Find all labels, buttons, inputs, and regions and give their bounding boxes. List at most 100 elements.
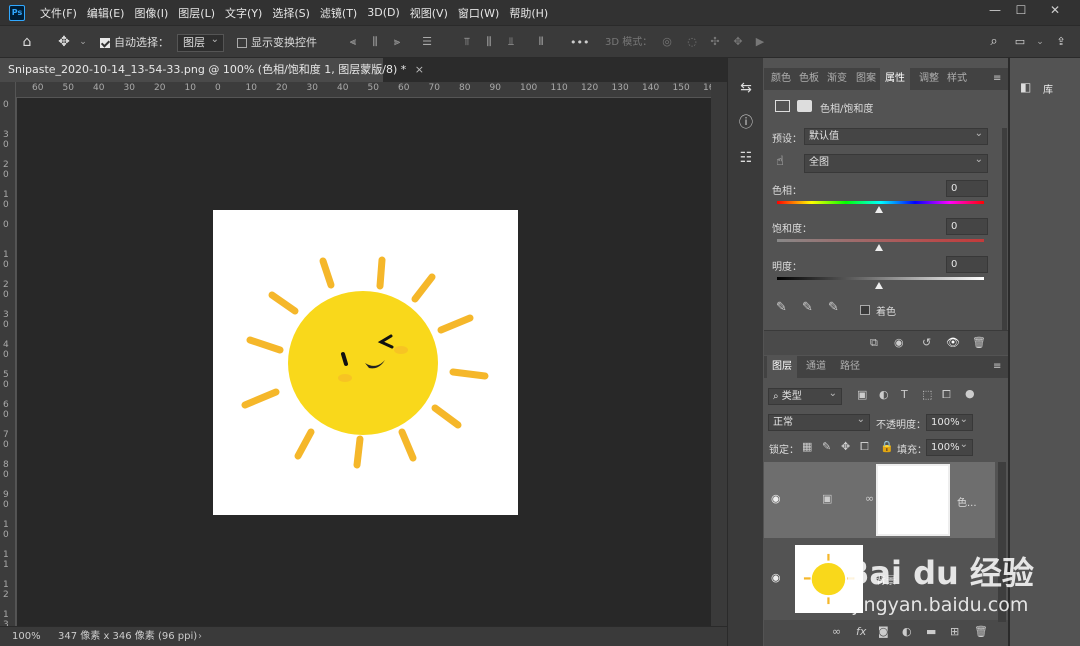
align-center-icon[interactable]: ⫼ [368, 35, 382, 49]
saturation-slider-thumb[interactable] [875, 244, 883, 251]
menu-layer[interactable]: 图层(L) [173, 5, 220, 21]
chevron-down-icon[interactable]: ⌄ [76, 35, 90, 49]
distribute-icon[interactable]: ☰ [420, 35, 434, 49]
layer-comps-icon[interactable]: ☷ [736, 148, 756, 168]
filter-adjustment-icon[interactable]: ◐ [879, 388, 889, 401]
search-icon[interactable]: ⌕ [987, 35, 1001, 49]
library-label[interactable]: 库 [1043, 81, 1053, 96]
menu-select[interactable]: 选择(S) [267, 5, 315, 21]
colorize-checkbox[interactable] [860, 305, 870, 315]
vertical-scrollbar[interactable] [711, 82, 727, 626]
photoshop-logo[interactable]: Ps [9, 4, 25, 21]
lock-transparent-icon[interactable]: ▦ [802, 440, 812, 453]
properties-scrollbar[interactable] [1002, 128, 1007, 338]
lock-all-icon[interactable]: 🔒 [880, 440, 894, 453]
tab-gradients[interactable]: 渐变 [827, 68, 847, 90]
new-group-icon[interactable]: ▬ [926, 625, 936, 638]
auto-select-target-dropdown[interactable]: 图层 [177, 32, 224, 52]
workspace-icon[interactable]: ▭ [1013, 35, 1027, 49]
fill-input[interactable]: 100% [926, 437, 973, 456]
link-layers-icon[interactable]: ∞ [832, 625, 841, 638]
tab-patterns[interactable]: 图案 [856, 68, 876, 90]
align-left-icon[interactable]: ⫷ [346, 35, 360, 49]
mask-icon[interactable] [797, 100, 812, 112]
workspace-chevron-icon[interactable]: ⌄ [1033, 35, 1047, 49]
menu-view[interactable]: 视图(V) [405, 5, 453, 21]
eyedropper-icon[interactable]: ✎ [776, 300, 787, 315]
document-canvas[interactable] [213, 210, 518, 515]
reset-icon[interactable]: ↺ [922, 336, 931, 349]
align-right-icon[interactable]: ⫸ [390, 35, 404, 49]
tab-styles[interactable]: 样式 [947, 68, 967, 90]
eyedropper-minus-icon[interactable]: ✎ [828, 300, 839, 315]
menu-image[interactable]: 图像(I) [129, 5, 173, 21]
layer-visibility-icon[interactable]: ◉ [771, 571, 781, 584]
library-icon[interactable]: ◧ [1020, 80, 1031, 94]
filter-toggle-icon[interactable]: ● [965, 387, 975, 400]
view-previous-icon[interactable]: ◉ [894, 336, 904, 349]
range-dropdown[interactable]: 全图 [804, 152, 988, 173]
show-transform-option[interactable]: 显示变换控件 [237, 26, 317, 59]
layer-name[interactable]: 色... [957, 494, 977, 509]
saturation-slider-track[interactable] [777, 239, 984, 242]
panel-menu-icon[interactable]: ≡ [993, 68, 1001, 90]
lightness-slider-thumb[interactable] [875, 282, 883, 289]
move-tool-icon[interactable]: ✥ [57, 35, 71, 49]
distribute-vertical-icon[interactable]: ⫴ [534, 35, 548, 49]
opacity-input[interactable]: 100% [926, 412, 973, 431]
saturation-input[interactable]: 0 [946, 218, 988, 235]
visibility-icon[interactable]: 👁 [946, 336, 960, 349]
zoom-level[interactable]: 100% [12, 627, 41, 646]
status-more-button[interactable]: › [198, 627, 202, 646]
menu-filter[interactable]: 滤镜(T) [315, 5, 362, 21]
info-icon[interactable]: ⓘ [736, 113, 756, 133]
document-tab[interactable]: Snipaste_2020-10-14_13-54-33.png @ 100% … [0, 58, 424, 82]
show-transform-checkbox[interactable] [237, 38, 247, 48]
history-icon[interactable]: ⇆ [736, 78, 756, 98]
tab-channels[interactable]: 通道 [806, 356, 826, 378]
align-top-icon[interactable]: ⫪ [460, 35, 474, 49]
menu-3d[interactable]: 3D(D) [362, 6, 405, 19]
new-layer-icon[interactable]: ⊞ [950, 625, 959, 638]
menu-type[interactable]: 文字(Y) [220, 5, 267, 21]
clip-to-layer-icon[interactable]: ⧉ [870, 336, 878, 350]
layer-visibility-icon[interactable]: ◉ [771, 492, 781, 505]
close-tab-icon[interactable]: × [415, 63, 424, 76]
menu-edit[interactable]: 编辑(E) [82, 5, 130, 21]
layer-mask-thumbnail[interactable] [876, 464, 950, 536]
lock-artboard-icon[interactable]: ⧠ [860, 440, 869, 454]
menu-window[interactable]: 窗口(W) [453, 5, 504, 21]
home-icon[interactable]: ⌂ [20, 35, 34, 49]
auto-select-checkbox[interactable] [100, 38, 110, 48]
adjustment-icon[interactable] [775, 100, 790, 112]
align-middle-icon[interactable]: ⫼ [482, 35, 496, 49]
menu-file[interactable]: 文件(F) [35, 5, 82, 21]
hue-slider-track[interactable] [777, 201, 984, 204]
close-window-button[interactable]: ✕ [1040, 0, 1070, 22]
delete-layer-icon[interactable]: 🗑 [974, 625, 988, 638]
blend-mode-dropdown[interactable]: 正常 [768, 412, 870, 431]
more-options-button[interactable]: ••• [570, 26, 589, 59]
layer-row-hue-saturation[interactable]: ◉ ▣ ∞ 色... [764, 462, 995, 538]
menu-help[interactable]: 帮助(H) [504, 5, 553, 21]
tab-swatches[interactable]: 色板 [799, 68, 819, 90]
lightness-input[interactable]: 0 [946, 256, 988, 273]
new-adjustment-icon[interactable]: ◐ [902, 625, 912, 638]
filter-smart-object-icon[interactable]: ⧠ [942, 388, 951, 402]
filter-type-icon[interactable]: T [901, 388, 908, 401]
lock-position-icon[interactable]: ✥ [841, 440, 850, 453]
lock-pixels-icon[interactable]: ✎ [822, 440, 831, 453]
maximize-button[interactable]: ☐ [1006, 0, 1036, 22]
link-icon[interactable]: ∞ [865, 492, 874, 505]
filter-shape-icon[interactable]: ⬚ [922, 388, 932, 401]
auto-select-option[interactable]: 自动选择： [100, 26, 169, 59]
layer-style-icon[interactable]: fx [856, 625, 866, 638]
share-icon[interactable]: ⇪ [1054, 35, 1068, 49]
tab-color[interactable]: 颜色 [771, 68, 791, 90]
tab-adjustments[interactable]: 调整 [919, 68, 939, 90]
preset-dropdown[interactable]: 默认值 [804, 126, 988, 145]
targeted-adjust-icon[interactable]: ☝ [776, 154, 784, 169]
tab-paths[interactable]: 路径 [840, 356, 860, 378]
hue-slider-thumb[interactable] [875, 206, 883, 213]
tab-layers[interactable]: 图层 [767, 356, 797, 378]
